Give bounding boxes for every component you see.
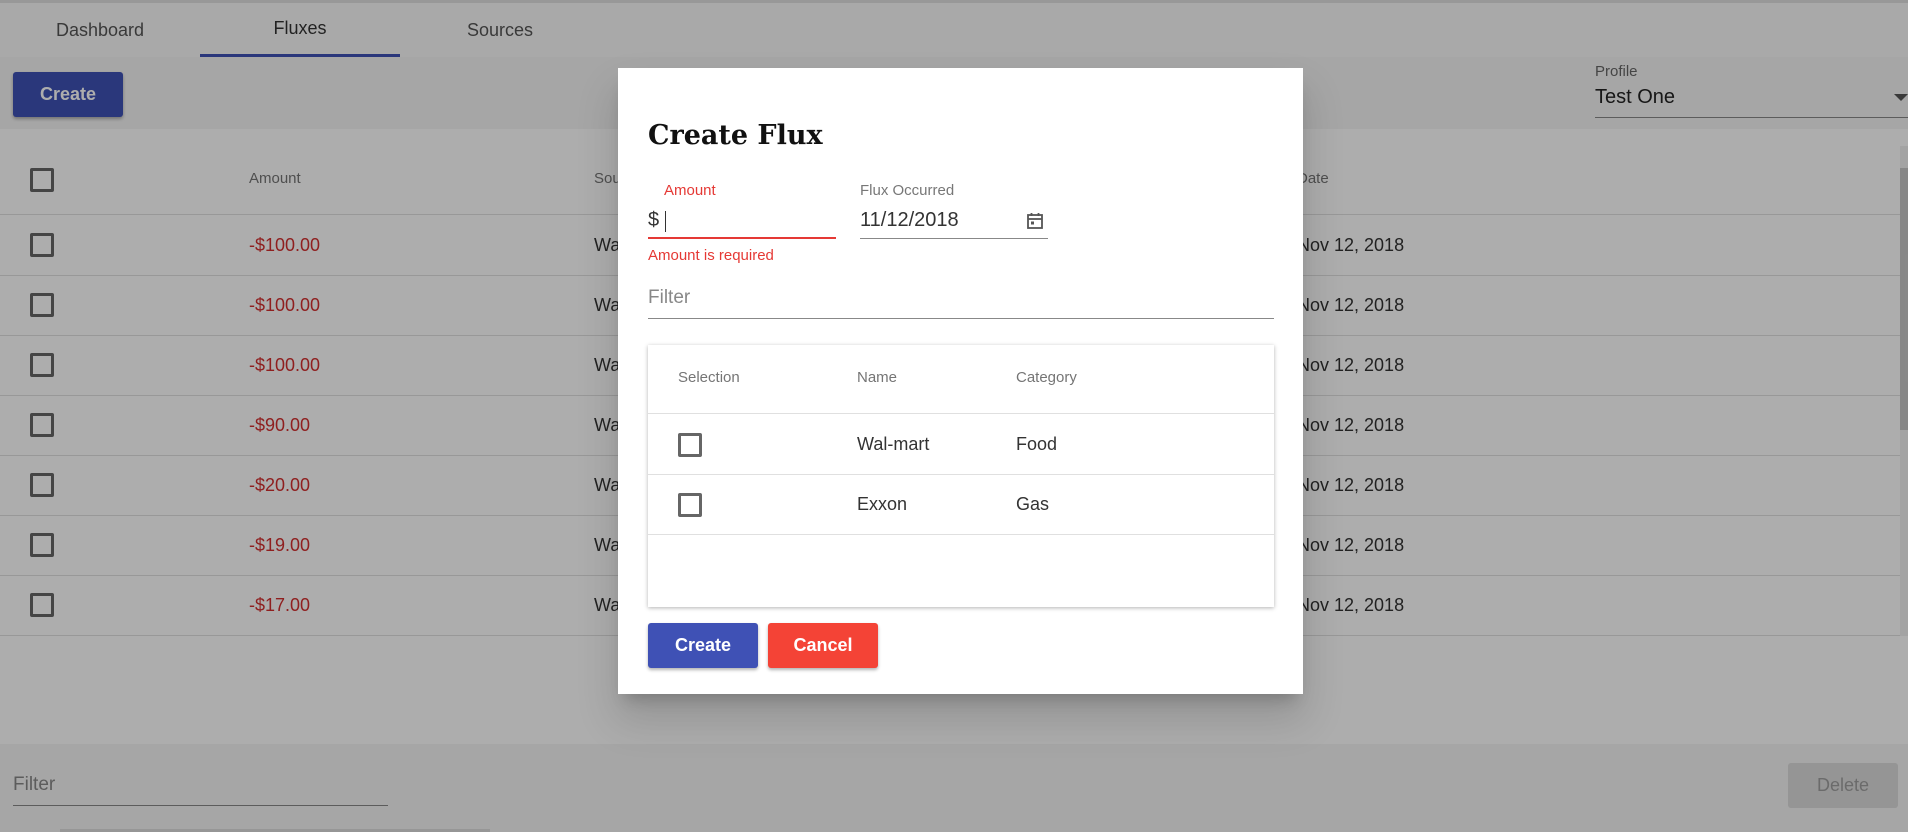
sources-table: Selection Name Category Wal-mart Food Ex… — [648, 345, 1274, 607]
column-header-name: Name — [857, 369, 898, 386]
source-category: Gas — [1016, 494, 1050, 514]
filter-placeholder: Filter — [648, 287, 691, 308]
dialog-filter-input[interactable]: Filter — [648, 283, 1274, 319]
date-value: 11/12/2018 — [860, 209, 959, 231]
sources-table-header: Selection Name Category — [648, 345, 1274, 414]
dialog-cancel-button[interactable]: Cancel — [768, 623, 878, 668]
amount-field: Amount $ Amount is required — [648, 182, 836, 264]
source-select-checkbox[interactable] — [678, 433, 702, 457]
flux-occurred-field: Flux Occurred 11/12/2018 — [860, 182, 1048, 239]
amount-label: Amount — [664, 182, 716, 199]
column-header-selection: Selection — [678, 369, 740, 386]
amount-input[interactable]: $ — [648, 207, 836, 239]
source-select-checkbox[interactable] — [678, 493, 702, 517]
column-header-category: Category — [1016, 369, 1077, 386]
dialog-create-button[interactable]: Create — [648, 623, 758, 668]
calendar-icon[interactable] — [1026, 212, 1044, 230]
flux-occurred-input[interactable]: 11/12/2018 — [860, 207, 1048, 239]
source-name: Wal-mart — [857, 434, 930, 454]
source-row[interactable]: Wal-mart Food — [648, 415, 1274, 475]
flux-occurred-label: Flux Occurred — [860, 182, 955, 199]
source-category: Food — [1016, 434, 1058, 454]
amount-error-message: Amount is required — [648, 247, 774, 264]
text-caret — [665, 211, 666, 232]
amount-prefix: $ — [648, 209, 660, 231]
source-row[interactable]: Exxon Gas — [648, 475, 1274, 535]
dialog-title: Create Flux — [648, 120, 823, 151]
create-flux-dialog: Create Flux Amount $ Amount is required … — [618, 68, 1303, 694]
source-name: Exxon — [857, 494, 908, 514]
